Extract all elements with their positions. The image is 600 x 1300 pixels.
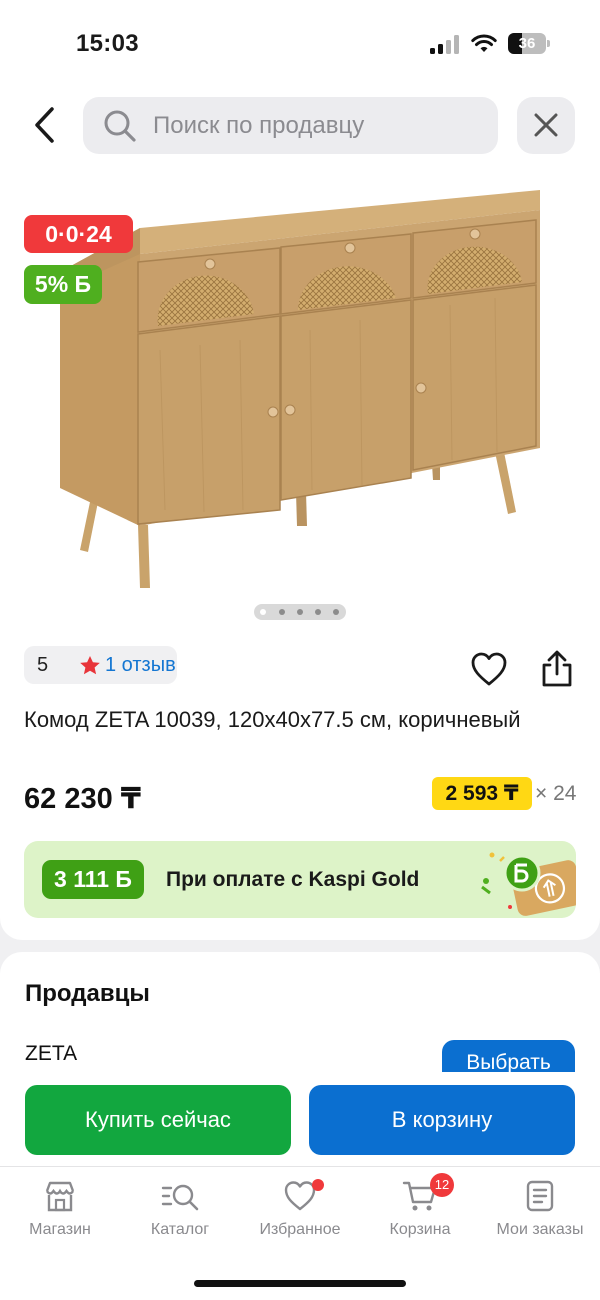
nav-label-store: Магазин [29,1221,91,1238]
nav-label-catalog: Каталог [150,1221,210,1238]
battery-level: 36 [518,35,536,52]
nav-item-catalog[interactable]: Каталог [120,1179,240,1259]
nav-item-cart[interactable]: 12 Корзина [360,1173,480,1259]
battery-icon: 36 [508,33,546,54]
nav-label-cart: Корзина [389,1221,451,1238]
rating-value: 5 [37,654,49,676]
rating-reviews-link[interactable]: 5 1 отзыв [24,646,177,684]
nav-item-orders[interactable]: Мои заказы [480,1179,600,1259]
product-price: 62 230 ₸ [24,783,141,815]
seller-name: ZETA [25,1042,78,1065]
star-icon [80,656,100,675]
add-to-cart-button[interactable]: В корзину [309,1085,575,1155]
nav-item-favorites[interactable]: Избранное [240,1179,360,1259]
carousel-dot [279,609,285,615]
product-title: Комод ZETA 10039, 120х40х77.5 см, коричн… [24,707,521,732]
image-carousel-dots[interactable] [254,604,346,620]
heart-icon[interactable] [470,651,508,687]
catalog-search-icon [161,1184,199,1211]
favorites-notification-dot [312,1179,324,1191]
seller-search-input[interactable]: Поиск по продавцу [83,97,498,154]
home-indicator [194,1280,406,1287]
nav-label-favorites: Избранное [259,1221,341,1238]
carousel-dot [260,609,266,615]
status-time: 15:03 [76,30,139,57]
back-arrow-icon[interactable] [28,105,64,145]
kaspi-gold-banner[interactable]: 3 111 Б При оплате с Kaspi Gold [24,841,576,918]
sellers-title: Продавцы [25,980,150,1007]
nav-label-orders: Мои заказы [496,1221,584,1238]
buy-now-button[interactable]: Купить сейчас [25,1085,291,1155]
installment-badge: 0·0·24 [24,215,133,253]
nav-item-store[interactable]: Магазин [0,1179,120,1259]
orders-icon [526,1180,554,1212]
reviews-count: 1 отзыв [105,654,176,676]
cellular-signal-icon [430,34,462,54]
search-placeholder: Поиск по продавцу [153,112,365,139]
battery-cap [547,40,550,47]
wifi-icon [471,34,497,52]
close-button[interactable] [517,97,575,154]
bonus-badge: 5% Б [24,265,102,304]
installment-months: × 24 [535,782,577,805]
store-icon [45,1181,75,1212]
monthly-payment-badge[interactable]: 2 593 ₸ [432,777,532,810]
kaspi-bonus-amount: 3 111 Б [42,860,144,899]
choose-seller-button[interactable]: Выбрать [442,1040,575,1072]
search-icon [104,110,136,142]
cart-count-badge: 12 [430,1173,454,1197]
carousel-dot [297,609,303,615]
share-icon[interactable] [538,650,576,688]
carousel-dot [333,609,339,615]
kaspi-gold-text: При оплате с Kaspi Gold [166,868,420,891]
carousel-dot [315,609,321,615]
close-icon [534,113,558,137]
kaspi-gold-card-icon [481,852,576,916]
